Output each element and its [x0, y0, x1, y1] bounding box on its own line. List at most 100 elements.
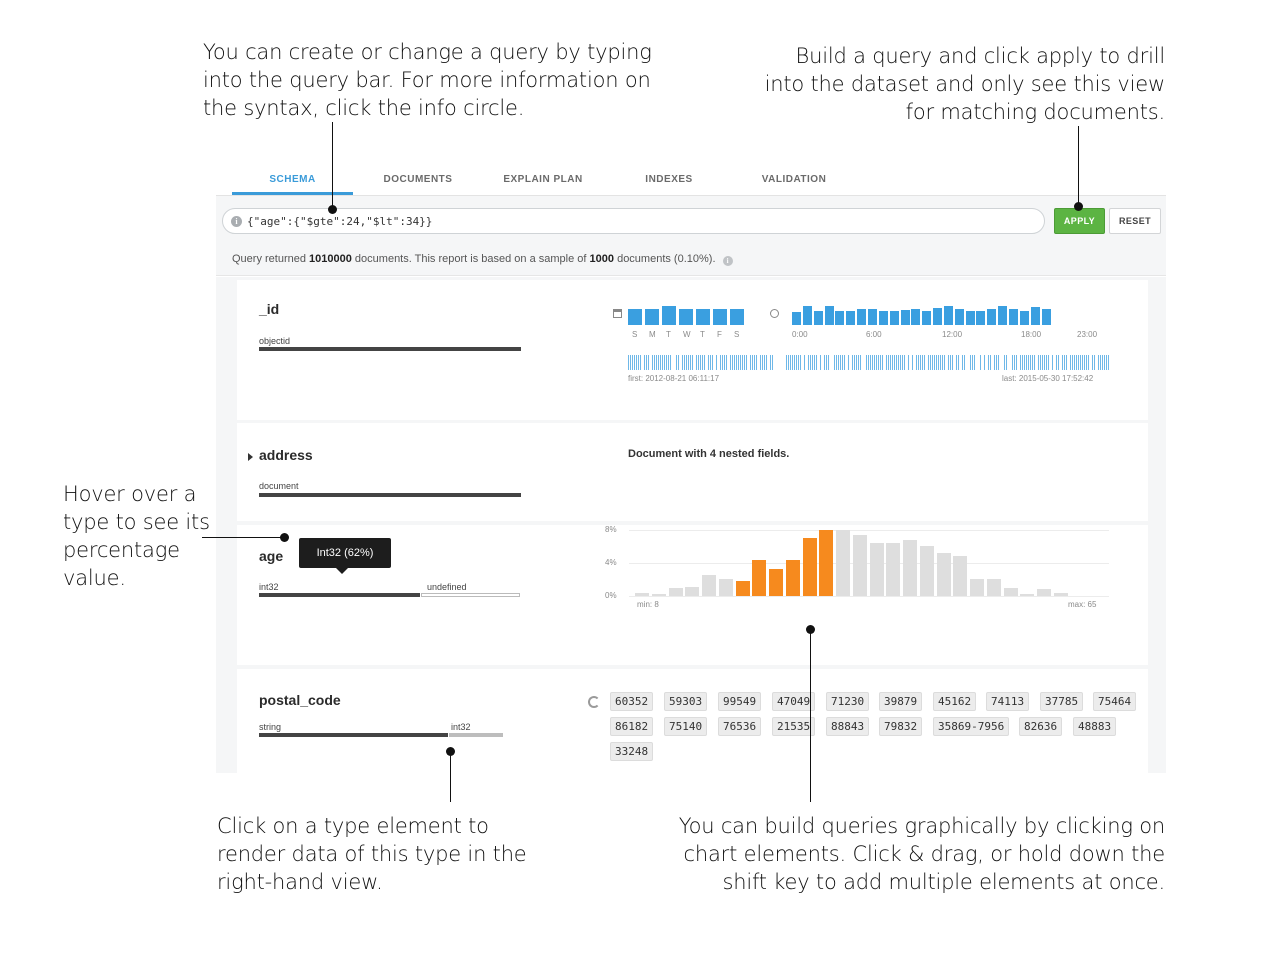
field-name[interactable]: address: [259, 447, 313, 463]
postal-code-chip[interactable]: 35869-7956: [933, 717, 1010, 736]
age-bar[interactable]: [936, 553, 951, 596]
postal-code-chip[interactable]: 99549: [718, 692, 762, 711]
age-bar[interactable]: [752, 560, 767, 596]
postal-code-chip[interactable]: 76536: [718, 717, 762, 736]
postal-code-chip[interactable]: 74113: [986, 692, 1030, 711]
query-input[interactable]: i {"age":{"$gte":24,"$lt":34}}: [222, 208, 1045, 234]
hour-bar[interactable]: [922, 311, 932, 325]
age-bar[interactable]: [886, 543, 901, 596]
hour-bar[interactable]: [933, 308, 943, 325]
hour-bar[interactable]: [1041, 309, 1051, 325]
timeline-tick: [896, 355, 897, 370]
query-info-icon[interactable]: i: [231, 216, 242, 227]
postal-code-chip[interactable]: 48883: [1073, 717, 1117, 736]
hour-bar[interactable]: [998, 306, 1008, 325]
tab-schema[interactable]: SCHEMA: [232, 174, 353, 185]
day-bar[interactable]: [713, 309, 727, 325]
postal-code-chip[interactable]: 79832: [879, 717, 923, 736]
postal-code-chip[interactable]: 33248: [610, 742, 654, 761]
age-bar[interactable]: [685, 587, 700, 596]
hour-bar[interactable]: [857, 309, 867, 325]
age-bar[interactable]: [802, 538, 817, 596]
age-bar[interactable]: [1037, 589, 1051, 596]
type-bar-string[interactable]: [259, 733, 448, 737]
postal-code-chip[interactable]: 59303: [664, 692, 708, 711]
age-bar[interactable]: [702, 575, 716, 596]
hour-bar[interactable]: [965, 311, 975, 325]
hour-bar[interactable]: [889, 311, 899, 325]
reset-button[interactable]: RESET: [1109, 208, 1161, 234]
postal-code-chip[interactable]: 75140: [664, 717, 708, 736]
age-bar[interactable]: [869, 543, 884, 596]
age-bar[interactable]: [718, 579, 733, 596]
type-bar-objectid[interactable]: [259, 347, 521, 351]
hour-bar[interactable]: [813, 311, 823, 325]
postal-code-chip[interactable]: 47049: [772, 692, 816, 711]
hour-bar[interactable]: [824, 306, 834, 325]
age-bar[interactable]: [986, 579, 1001, 596]
postal-code-chip[interactable]: 88843: [826, 717, 870, 736]
postal-code-chip[interactable]: 21535: [772, 717, 816, 736]
age-bar[interactable]: [953, 556, 968, 596]
day-bar[interactable]: [696, 309, 710, 325]
timeline-tick: [904, 355, 905, 370]
day-bar[interactable]: [645, 309, 659, 325]
hour-bar[interactable]: [1019, 311, 1029, 325]
hour-bar[interactable]: [900, 310, 910, 325]
age-bar[interactable]: [970, 579, 984, 596]
tab-indexes[interactable]: INDEXES: [609, 174, 729, 185]
age-bar[interactable]: [651, 594, 666, 596]
age-bar[interactable]: [1003, 588, 1018, 596]
type-bar-int32[interactable]: [259, 593, 420, 597]
hour-bar[interactable]: [911, 309, 921, 325]
day-bar[interactable]: [662, 306, 676, 325]
postal-code-chip[interactable]: 86182: [610, 717, 654, 736]
postal-code-chip[interactable]: 71230: [826, 692, 870, 711]
hour-bar[interactable]: [954, 309, 964, 325]
apply-button[interactable]: APPLY: [1054, 208, 1105, 234]
expand-triangle-icon[interactable]: [248, 453, 253, 461]
postal-code-chip[interactable]: 82636: [1019, 717, 1063, 736]
age-bar[interactable]: [785, 560, 800, 596]
age-bar[interactable]: [903, 540, 917, 596]
hour-bar[interactable]: [976, 311, 986, 325]
timeline-tick: [738, 355, 739, 370]
age-bar[interactable]: [635, 593, 649, 596]
age-bar[interactable]: [735, 581, 750, 596]
postal-code-chip[interactable]: 45162: [933, 692, 977, 711]
age-bar[interactable]: [1053, 593, 1068, 596]
postal-code-chip[interactable]: 75464: [1093, 692, 1137, 711]
age-bar[interactable]: [1020, 594, 1035, 596]
age-bar[interactable]: [836, 530, 850, 596]
type-bar-undefined[interactable]: [421, 593, 520, 597]
tab-documents[interactable]: DOCUMENTS: [358, 174, 478, 185]
hour-bar[interactable]: [1030, 307, 1040, 325]
tab-explain-plan[interactable]: EXPLAIN PLAN: [483, 174, 603, 185]
age-bar[interactable]: [769, 569, 783, 596]
age-bar[interactable]: [919, 546, 934, 596]
age-bar[interactable]: [668, 588, 683, 596]
postal-code-chip[interactable]: 37785: [1040, 692, 1084, 711]
hour-bar[interactable]: [943, 306, 953, 325]
timeline-chart[interactable]: [628, 355, 1110, 370]
tab-validation[interactable]: VALIDATION: [734, 174, 854, 185]
type-bar-int32[interactable]: [449, 733, 503, 737]
postal-code-chip[interactable]: 60352: [610, 692, 654, 711]
day-bar[interactable]: [679, 309, 693, 325]
hour-bar[interactable]: [878, 311, 888, 325]
hour-bar[interactable]: [792, 312, 801, 325]
hour-bar[interactable]: [846, 311, 856, 325]
hour-bar[interactable]: [835, 311, 845, 325]
hour-bar[interactable]: [867, 309, 877, 325]
hour-bar[interactable]: [1009, 309, 1018, 325]
type-bar-document[interactable]: [259, 493, 521, 497]
hour-bar[interactable]: [987, 309, 997, 325]
hour-bar[interactable]: [802, 306, 812, 325]
sample-info-icon[interactable]: i: [722, 256, 733, 266]
refresh-icon[interactable]: [588, 696, 600, 708]
age-bar[interactable]: [852, 535, 867, 596]
postal-code-chip[interactable]: 39879: [879, 692, 923, 711]
day-bar[interactable]: [628, 309, 642, 325]
age-bar[interactable]: [819, 530, 834, 596]
day-bar[interactable]: [730, 309, 744, 325]
